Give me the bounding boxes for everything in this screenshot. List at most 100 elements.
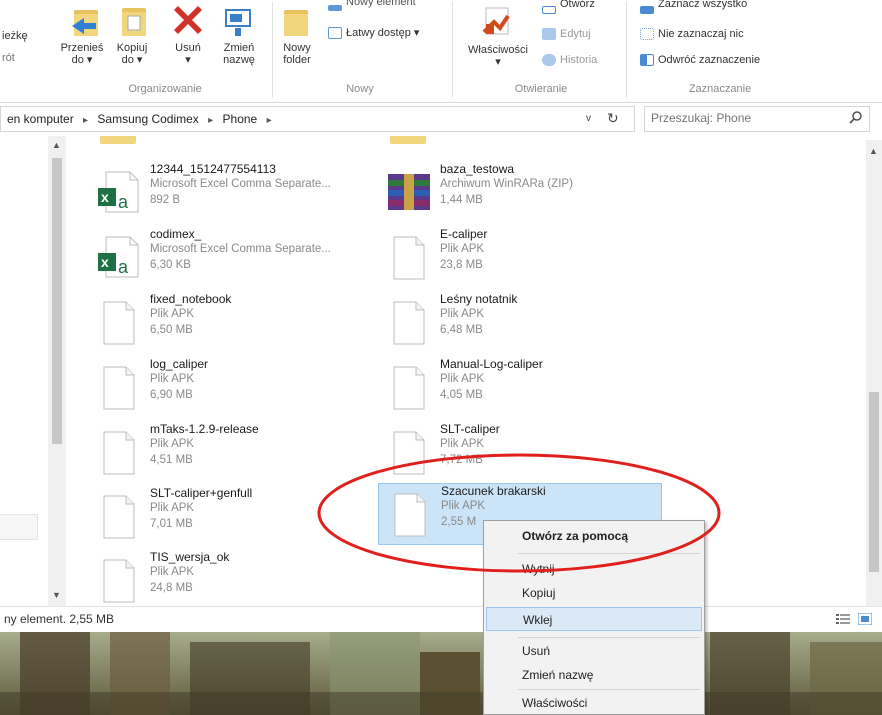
partial-folder-icon bbox=[390, 136, 426, 144]
file-item[interactable]: x a 12344_1512477554113 Microsoft Excel Com… bbox=[96, 162, 386, 226]
file-type: Plik APK bbox=[441, 500, 486, 512]
open-icon bbox=[542, 6, 556, 14]
group-separator bbox=[626, 2, 627, 98]
address-bar[interactable]: en komputer ▸ Samsung Codimex ▸ Phone ▸ … bbox=[0, 106, 635, 132]
search-input[interactable] bbox=[651, 111, 831, 125]
search-icon[interactable] bbox=[848, 110, 864, 129]
file-icon bbox=[386, 233, 432, 281]
file-name: Manual-Log-caliper bbox=[440, 357, 543, 371]
group-label-open: Otwieranie bbox=[514, 83, 568, 95]
edit-label: Edytuj bbox=[560, 28, 591, 40]
delete-button[interactable]: Usuń ▾ bbox=[166, 42, 210, 66]
breadcrumb-this-pc[interactable]: en komputer bbox=[7, 112, 74, 126]
copy-to-button[interactable]: Kopiuj do ▾ bbox=[110, 42, 154, 66]
breadcrumb: en komputer ▸ Samsung Codimex ▸ Phone ▸ bbox=[7, 112, 278, 126]
context-paste[interactable]: Wklej bbox=[486, 607, 702, 631]
file-item[interactable]: TIS_wersja_ok Plik APK 24,8 MB bbox=[96, 550, 386, 614]
menu-separator bbox=[518, 637, 700, 638]
history-button[interactable]: Historia bbox=[542, 54, 597, 66]
breadcrumb-samsung[interactable]: Samsung Codimex bbox=[97, 112, 198, 126]
svg-text:x: x bbox=[101, 189, 109, 205]
rename-label-2: nazwę bbox=[223, 54, 255, 66]
scroll-thumb[interactable] bbox=[52, 158, 62, 444]
open-button[interactable]: Otwórz bbox=[542, 0, 595, 16]
ribbon-partial-copy-path[interactable]: ieżkę bbox=[2, 30, 28, 42]
menu-separator bbox=[518, 689, 700, 690]
file-item[interactable]: mTaks-1.2.9-release Plik APK 4,51 MB bbox=[96, 422, 386, 486]
context-cut[interactable]: Wytnij bbox=[486, 557, 702, 581]
file-item[interactable]: SLT-caliper+genfull Plik APK 7,01 MB bbox=[96, 486, 386, 550]
properties-button[interactable]: Właściwości ▾ bbox=[466, 44, 530, 68]
rename-button[interactable]: Zmień nazwę bbox=[216, 42, 262, 66]
new-folder-label-2: folder bbox=[283, 54, 311, 66]
file-size: 6,90 MB bbox=[150, 389, 193, 401]
file-icon bbox=[386, 428, 432, 476]
details-view-icon[interactable] bbox=[836, 613, 850, 628]
breadcrumb-separator[interactable]: ▸ bbox=[83, 115, 88, 126]
partial-label: ieżkę bbox=[2, 30, 28, 42]
select-none-button[interactable]: Nie zaznaczaj nic bbox=[640, 28, 744, 40]
breadcrumb-separator[interactable]: ▸ bbox=[208, 115, 213, 126]
file-item[interactable]: x a codimex_ Microsoft Excel Comma Separate… bbox=[96, 227, 386, 291]
file-item[interactable]: SLT-caliper Plik APK 7,72 MB bbox=[386, 422, 676, 486]
edit-button[interactable]: Edytuj bbox=[542, 28, 591, 40]
context-open-with[interactable]: Otwórz za pomocą bbox=[486, 524, 702, 548]
scroll-down-icon[interactable]: ▼ bbox=[52, 590, 61, 600]
file-type: Archiwum WinRARa (ZIP) bbox=[440, 178, 573, 190]
file-type: Plik APK bbox=[150, 566, 195, 578]
file-size: 6,48 MB bbox=[440, 324, 483, 336]
ribbon-partial-shortcut[interactable]: rót bbox=[2, 52, 15, 64]
file-name: Szacunek brakarski bbox=[441, 484, 546, 498]
refresh-icon[interactable]: ↻ bbox=[607, 110, 619, 127]
context-rename[interactable]: Zmień nazwę bbox=[486, 663, 702, 687]
file-type: Plik APK bbox=[440, 373, 485, 385]
file-type: Plik APK bbox=[440, 438, 485, 450]
excel-csv-icon: xa bbox=[96, 168, 142, 216]
ribbon: ieżkę rót Przenieś do ▾ Kopiuj do ▾ Usuń… bbox=[0, 0, 882, 103]
navigation-pane-scrollbar[interactable]: ▲ ▼ bbox=[48, 136, 66, 606]
file-list-scrollbar[interactable]: ▲ bbox=[866, 140, 882, 606]
scroll-up-icon[interactable]: ▲ bbox=[52, 140, 61, 150]
file-type: Plik APK bbox=[440, 308, 485, 320]
new-item-button[interactable]: Nowy element bbox=[328, 0, 416, 14]
address-history-dropdown[interactable]: v bbox=[586, 113, 591, 124]
context-delete[interactable]: Usuń bbox=[486, 639, 702, 663]
rename-label: Zmień bbox=[223, 42, 255, 54]
file-item[interactable]: baza_testowa Archiwum WinRARa (ZIP) 1,44 M… bbox=[386, 162, 676, 226]
invert-selection-button[interactable]: Odwróć zaznaczenie bbox=[640, 54, 760, 66]
large-icons-view-icon[interactable] bbox=[857, 612, 873, 628]
file-size: 7,72 MB bbox=[440, 454, 483, 466]
context-properties[interactable]: Właściwości bbox=[486, 691, 702, 715]
new-item-label: Nowy element bbox=[346, 0, 416, 8]
file-size: 24,8 MB bbox=[150, 582, 193, 594]
select-all-button[interactable]: Zaznacz wszystko bbox=[640, 0, 747, 16]
new-folder-button[interactable]: Nowy folder bbox=[276, 42, 318, 66]
move-to-dropdown: do ▾ bbox=[71, 54, 93, 66]
file-item[interactable]: Leśny notatnik Plik APK 6,48 MB bbox=[386, 292, 676, 356]
file-icon bbox=[96, 428, 142, 476]
new-folder-label: Nowy bbox=[283, 42, 311, 54]
file-item[interactable]: Manual-Log-caliper Plik APK 4,05 MB bbox=[386, 357, 676, 421]
new-item-icon bbox=[328, 5, 342, 11]
invert-selection-icon bbox=[640, 54, 654, 66]
file-type: Microsoft Excel Comma Separate... bbox=[150, 178, 331, 190]
breadcrumb-separator[interactable]: ▸ bbox=[267, 115, 272, 126]
move-to-button[interactable]: Przenieś do ▾ bbox=[58, 42, 106, 66]
delete-x-icon bbox=[172, 2, 204, 39]
file-item[interactable]: log_caliper Plik APK 6,90 MB bbox=[96, 357, 386, 421]
properties-label: Właściwości bbox=[468, 44, 528, 56]
file-size: 1,44 MB bbox=[440, 194, 483, 206]
group-label-select: Zaznaczanie bbox=[688, 83, 752, 95]
context-copy[interactable]: Kopiuj bbox=[486, 581, 702, 605]
scroll-thumb[interactable] bbox=[869, 392, 879, 572]
scroll-up-icon[interactable]: ▲ bbox=[869, 146, 878, 156]
file-item[interactable]: E-caliper Plik APK 23,8 MB bbox=[386, 227, 676, 291]
file-item[interactable]: fixed_notebook Plik APK 6,50 MB bbox=[96, 292, 386, 356]
file-size: 7,01 MB bbox=[150, 518, 193, 530]
breadcrumb-phone[interactable]: Phone bbox=[223, 112, 258, 126]
svg-text:a: a bbox=[118, 192, 129, 212]
navigation-pane-item[interactable] bbox=[0, 514, 38, 540]
easy-access-icon bbox=[328, 26, 342, 39]
search-box[interactable] bbox=[644, 106, 870, 132]
easy-access-button[interactable]: Łatwy dostęp ▾ bbox=[328, 26, 419, 39]
